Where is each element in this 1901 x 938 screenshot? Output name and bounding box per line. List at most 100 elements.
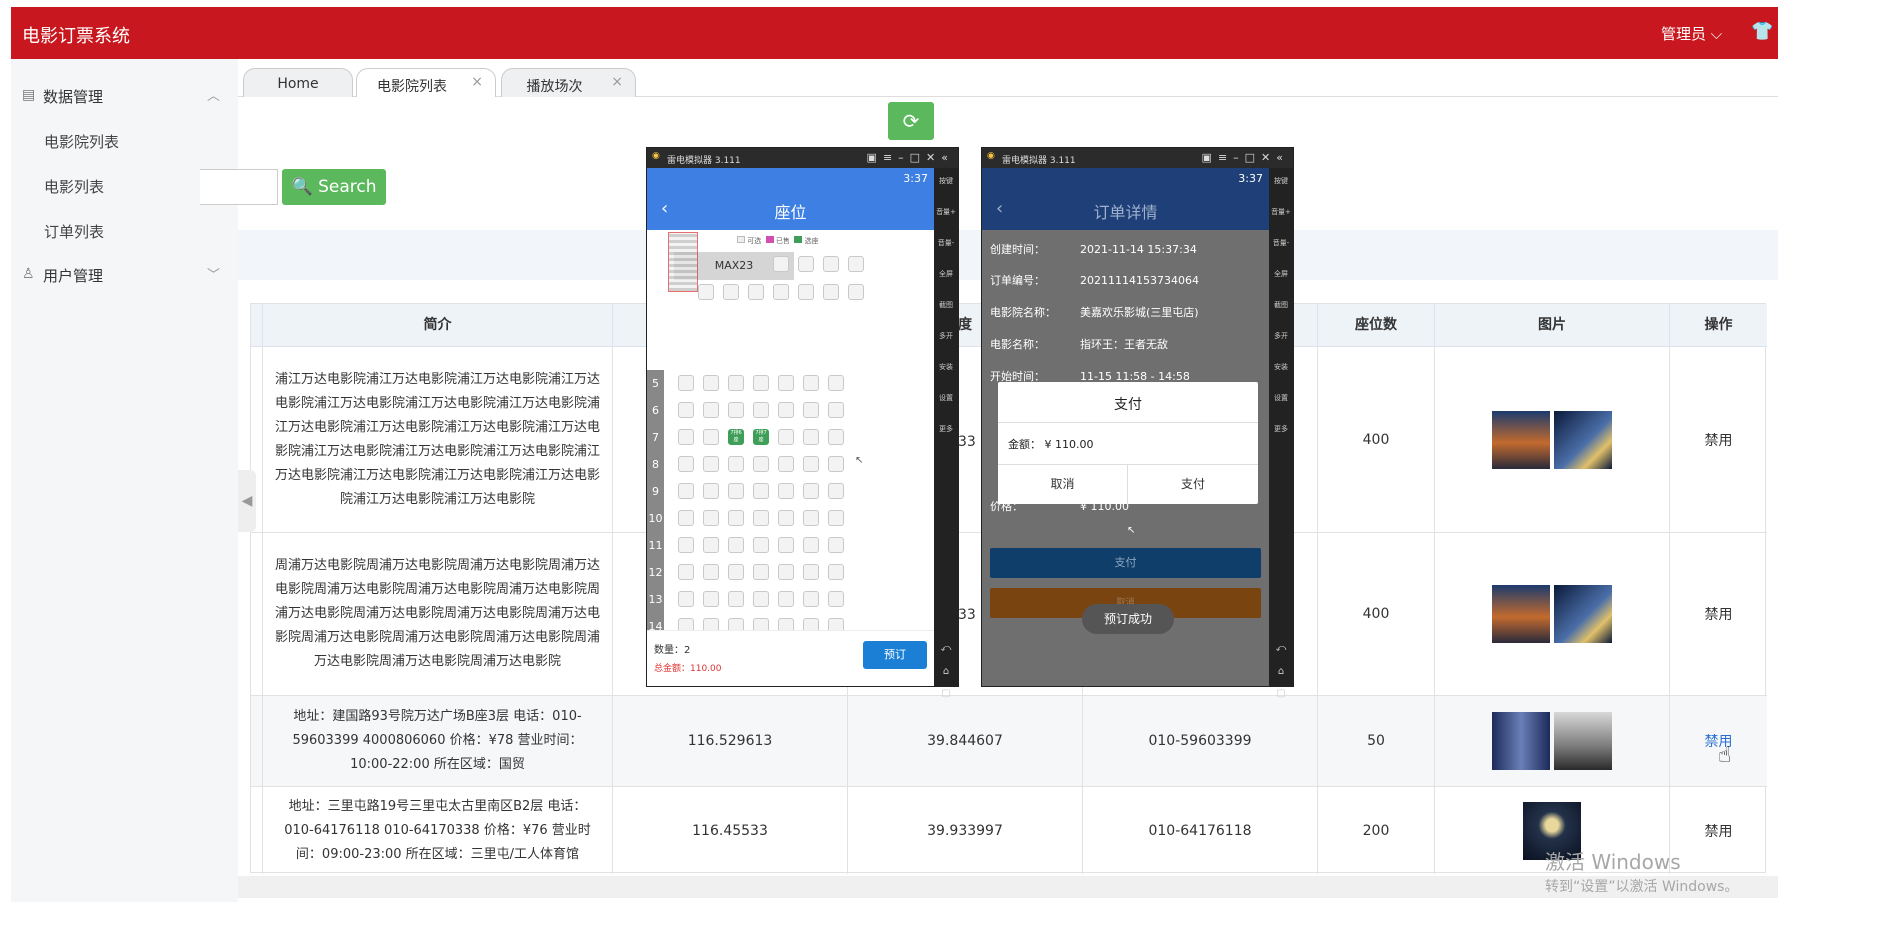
seat[interactable] [728, 564, 744, 580]
dialog-pay-button[interactable]: 支付 [1128, 464, 1258, 504]
seat[interactable] [703, 591, 719, 607]
tab-showtimes[interactable]: 播放场次 × [501, 68, 636, 97]
seat[interactable] [703, 510, 719, 526]
seat[interactable] [828, 429, 844, 445]
collapse-sidebar-handle[interactable]: ◀ [238, 470, 256, 532]
seat[interactable] [773, 256, 789, 272]
seat[interactable] [753, 510, 769, 526]
seat[interactable] [698, 284, 714, 300]
sidebar-item-orders[interactable]: 订单列表 [11, 208, 238, 252]
seat[interactable] [773, 284, 789, 300]
seat[interactable] [703, 537, 719, 553]
emulator-tool-button[interactable]: 全屏 [1269, 269, 1293, 279]
seat[interactable] [728, 402, 744, 418]
window-controls[interactable]: ▣≡–□✕« [1202, 151, 1289, 164]
seat[interactable] [828, 456, 844, 472]
seat-selected[interactable]: 7排7座 [753, 429, 769, 445]
seat[interactable] [848, 256, 864, 272]
seat[interactable] [678, 591, 694, 607]
seat[interactable] [778, 483, 794, 499]
seat[interactable] [803, 510, 819, 526]
seat[interactable] [678, 429, 694, 445]
seat[interactable] [778, 375, 794, 391]
dialog-cancel-button[interactable]: 取消 [998, 464, 1128, 504]
shirt-icon[interactable]: 👕 [1751, 21, 1773, 42]
seat[interactable] [778, 564, 794, 580]
home-nav-icon[interactable]: ⌂ [1269, 666, 1293, 677]
seat[interactable] [728, 375, 744, 391]
emulator-tool-button[interactable]: 安装 [934, 362, 958, 372]
seat[interactable] [828, 591, 844, 607]
sidebar-item-cinemas[interactable]: 电影院列表 [11, 118, 238, 162]
seat[interactable] [753, 537, 769, 553]
seat[interactable] [678, 510, 694, 526]
emulator-tool-button[interactable]: 音量- [934, 238, 958, 248]
cinema-photo[interactable] [1554, 712, 1612, 770]
seat[interactable] [803, 537, 819, 553]
close-icon[interactable]: × [471, 74, 483, 90]
refresh-button[interactable]: ⟳ [888, 102, 934, 140]
seat[interactable] [703, 456, 719, 472]
emulator-tool-button[interactable]: 截图 [1269, 300, 1293, 310]
window-controls[interactable]: ▣≡–□✕« [867, 151, 954, 164]
emulator-tool-button[interactable]: 更多 [934, 424, 958, 434]
seat[interactable] [728, 456, 744, 472]
seat[interactable] [703, 375, 719, 391]
emulator-tool-button[interactable]: 截图 [934, 300, 958, 310]
seat[interactable] [753, 483, 769, 499]
admin-user-menu[interactable]: 管理员 ⌵ [1661, 23, 1722, 44]
disable-link[interactable]: 禁用 [1670, 533, 1767, 695]
seat[interactable] [778, 402, 794, 418]
disable-link[interactable]: 禁用 [1670, 696, 1767, 786]
disable-link[interactable]: 禁用 [1670, 787, 1767, 874]
seat[interactable] [778, 456, 794, 472]
seat[interactable] [828, 537, 844, 553]
seat[interactable] [703, 402, 719, 418]
seat[interactable] [703, 429, 719, 445]
recent-nav-icon[interactable]: ▢ [934, 688, 958, 699]
emulator-tool-button[interactable]: 全屏 [934, 269, 958, 279]
seat[interactable] [678, 483, 694, 499]
seat[interactable] [778, 591, 794, 607]
emulator-tool-button[interactable]: 设置 [1269, 393, 1293, 403]
cinema-photo[interactable] [1554, 410, 1612, 469]
seat[interactable] [848, 284, 864, 300]
cinema-photo[interactable] [1492, 410, 1550, 469]
seat[interactable] [678, 564, 694, 580]
seat[interactable] [703, 564, 719, 580]
seat[interactable] [753, 591, 769, 607]
seat[interactable] [803, 591, 819, 607]
seat[interactable] [678, 537, 694, 553]
emulator-tool-button[interactable]: 按键 [934, 176, 958, 186]
pay-button[interactable]: 支付 [990, 548, 1261, 578]
seat[interactable] [823, 256, 839, 272]
seat[interactable] [728, 591, 744, 607]
seat[interactable] [803, 429, 819, 445]
seat[interactable] [778, 429, 794, 445]
emulator-tool-button[interactable]: 多开 [1269, 331, 1293, 341]
emulator-tool-button[interactable]: 设置 [934, 393, 958, 403]
seat[interactable] [828, 510, 844, 526]
seat[interactable] [753, 564, 769, 580]
seat[interactable] [753, 456, 769, 472]
recent-nav-icon[interactable]: ▢ [1269, 688, 1293, 699]
seat[interactable] [728, 510, 744, 526]
emulator-tool-button[interactable]: 更多 [1269, 424, 1293, 434]
cinema-photo[interactable] [1554, 585, 1612, 643]
seat[interactable] [828, 402, 844, 418]
seat[interactable] [828, 564, 844, 580]
sidebar-group-data[interactable]: ▤ 数据管理 ︿ [11, 73, 238, 117]
seat[interactable] [828, 375, 844, 391]
back-nav-icon[interactable]: ⤺ [1269, 643, 1293, 654]
seat[interactable] [803, 483, 819, 499]
search-input[interactable] [200, 169, 278, 205]
close-icon[interactable]: × [611, 74, 623, 90]
seat[interactable] [748, 284, 764, 300]
emulator-tool-button[interactable]: 音量+ [934, 207, 958, 217]
emulator-tool-button[interactable]: 音量+ [1269, 207, 1293, 217]
tab-cinema-list[interactable]: 电影院列表 × [356, 68, 496, 97]
seat[interactable] [778, 537, 794, 553]
emulator-tool-button[interactable]: 多开 [934, 331, 958, 341]
tab-home[interactable]: Home [243, 68, 353, 97]
seat[interactable] [778, 510, 794, 526]
